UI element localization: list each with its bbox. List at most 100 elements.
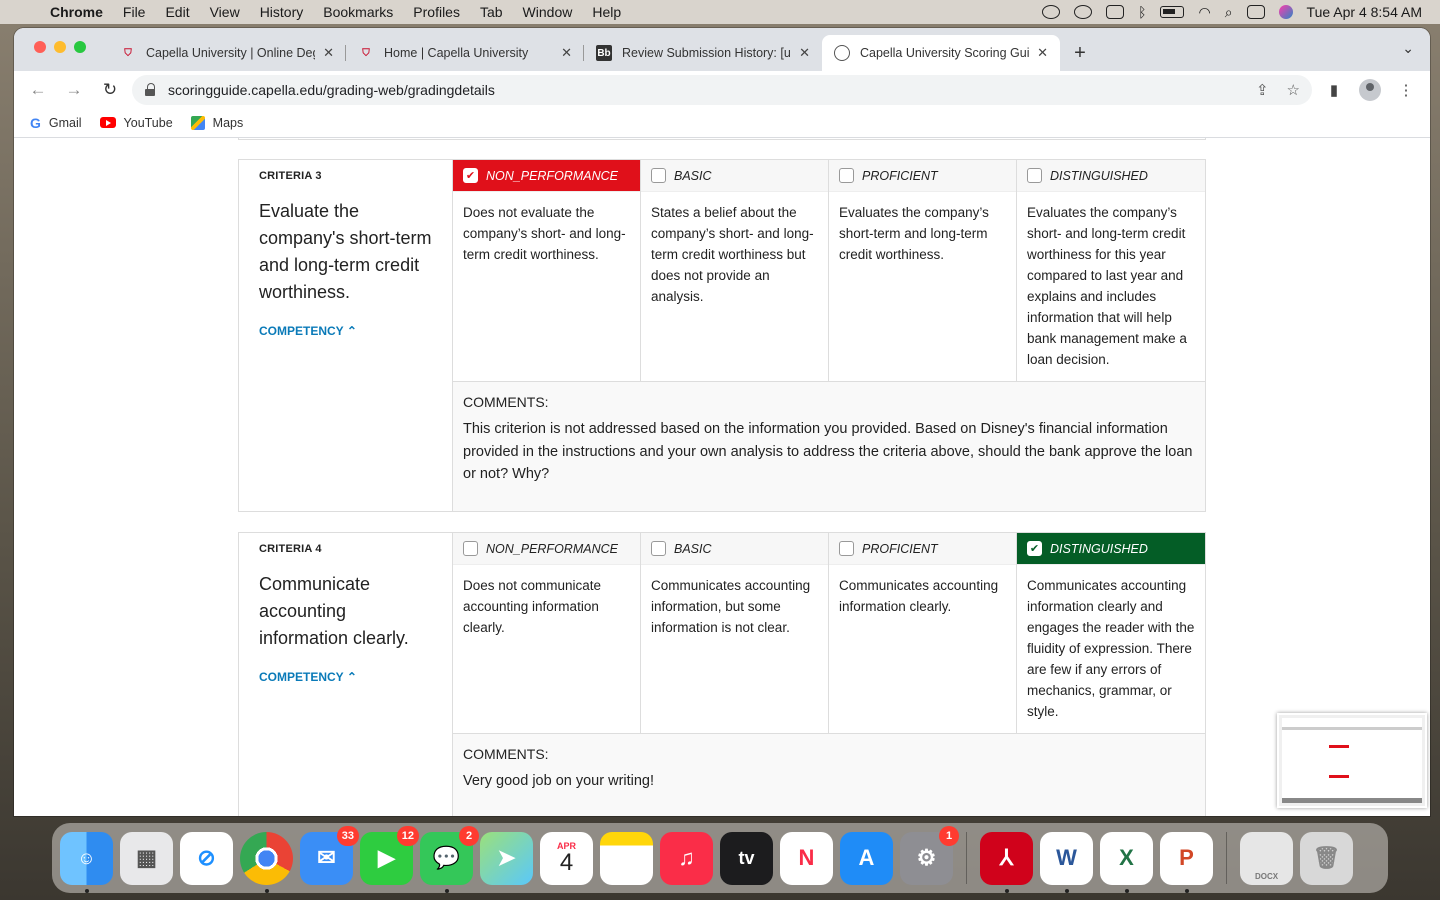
level-header[interactable]: BASIC [641, 160, 828, 192]
screenshot-thumbnail[interactable] [1277, 713, 1427, 808]
checkbox[interactable] [839, 168, 854, 183]
level-header[interactable]: DISTINGUISHED [1017, 160, 1205, 192]
creative-cloud-icon[interactable] [1042, 5, 1061, 19]
level-header[interactable]: NON_PERFORMANCE [453, 533, 640, 565]
tab-capella-home[interactable]: ⛉ Home | Capella University ✕ [346, 35, 584, 71]
dock-chrome-icon[interactable] [240, 831, 293, 893]
dock-trash-icon[interactable]: 🗑 [1300, 831, 1353, 885]
bookmark-maps[interactable]: Maps [190, 115, 243, 130]
dock-news-icon[interactable]: N [780, 831, 833, 885]
lock-icon[interactable] [144, 82, 158, 97]
dock-separator [1226, 832, 1227, 884]
bookmark-star-icon[interactable]: ☆ [1287, 81, 1300, 99]
checkbox[interactable] [463, 541, 478, 556]
level-name: DISTINGUISHED [1050, 541, 1148, 556]
checkbox[interactable] [651, 541, 666, 556]
dock-app-store-icon[interactable]: A [840, 831, 893, 885]
close-tab-icon[interactable]: ✕ [1037, 45, 1048, 61]
reload-icon[interactable]: ↻ [96, 76, 124, 104]
menu-help[interactable]: Help [582, 4, 631, 20]
checkbox[interactable] [1027, 168, 1042, 183]
dock-excel-icon[interactable]: X [1100, 831, 1153, 893]
level-columns: NON_PERFORMANCE Does not communicate acc… [453, 533, 1205, 730]
criteria-title: Communicate accounting information clear… [259, 574, 409, 648]
bluetooth-icon[interactable]: ᛒ [1138, 4, 1146, 20]
checkbox[interactable] [651, 168, 666, 183]
dock-word-icon[interactable]: W [1040, 831, 1093, 893]
dock-facetime-icon[interactable]: ▶ 12 [360, 825, 419, 885]
menu-history[interactable]: History [250, 4, 314, 20]
spotlight-search-icon[interactable]: ⌕ [1225, 4, 1233, 21]
tab-review-submission-history[interactable]: Bb Review Submission History: [u ✕ [584, 35, 822, 71]
url-text[interactable]: scoringguide.capella.edu/grading-web/gra… [168, 82, 495, 98]
tab-capella-online-degrees[interactable]: ⛉ Capella University | Online Deg ✕ [108, 35, 346, 71]
dock-maps-icon[interactable]: ➤ [480, 831, 533, 885]
sync-icon[interactable] [1074, 5, 1093, 19]
dock-music-icon[interactable]: ♫ [660, 831, 713, 885]
dock-powerpoint-icon[interactable]: P [1160, 831, 1213, 893]
minimize-window-button[interactable] [54, 41, 66, 53]
dock-tv-icon[interactable]: tv [720, 831, 773, 885]
menu-tab[interactable]: Tab [470, 4, 513, 20]
competency-toggle[interactable]: COMPETENCY ⌃ [259, 324, 432, 338]
dock-calendar-icon[interactable]: APR 4 [540, 831, 593, 885]
menu-profiles[interactable]: Profiles [403, 4, 470, 20]
competency-toggle[interactable]: COMPETENCY ⌃ [259, 670, 432, 684]
more-menu-icon[interactable]: ⋮ [1392, 76, 1420, 104]
checkbox-checked[interactable]: ✔ [463, 168, 478, 183]
dock-mail-icon[interactable]: ✉ 33 [300, 825, 359, 885]
close-tab-icon[interactable]: ✕ [561, 45, 572, 61]
tab-search-chevron-icon[interactable]: ⌄ [1402, 40, 1414, 57]
forward-arrow-icon[interactable]: → [60, 76, 88, 104]
tab-scoring-guide[interactable]: Capella University Scoring Gui ✕ [822, 35, 1060, 71]
close-tab-icon[interactable]: ✕ [323, 45, 334, 61]
dock-acrobat-icon[interactable]: ⅄ [980, 831, 1033, 893]
criteria-label: CRITERIA 3 [259, 170, 322, 182]
menu-clock[interactable]: Tue Apr 4 8:54 AM [1307, 4, 1422, 20]
profile-avatar-icon[interactable] [1356, 76, 1384, 104]
dock: ☺ ▦ ⊘ ✉ 33 ▶ 12 💬 2 ➤ APR 4 ♫ tv N A ⚙ 1 ⅄ W … [52, 823, 1388, 893]
bookmark-label: YouTube [123, 115, 173, 130]
dock-finder-icon[interactable]: ☺ [60, 831, 113, 893]
previous-criteria-border [238, 138, 1206, 140]
dock-system-preferences-icon[interactable]: ⚙ 1 [900, 825, 959, 885]
menu-window[interactable]: Window [513, 4, 583, 20]
checkbox-checked[interactable]: ✔ [1027, 541, 1042, 556]
bookmark-youtube[interactable]: YouTube [99, 115, 173, 130]
dock-document-icon[interactable]: DOCX [1240, 831, 1293, 885]
share-icon[interactable]: ⇪ [1256, 81, 1269, 99]
back-arrow-icon[interactable]: ← [24, 76, 52, 104]
menu-file[interactable]: File [113, 4, 156, 20]
keyboard-icon[interactable] [1106, 5, 1125, 19]
battery-icon[interactable] [1160, 6, 1185, 18]
dock-notes-icon[interactable] [600, 831, 653, 885]
level-name: NON_PERFORMANCE [486, 168, 618, 183]
zoom-window-button[interactable] [74, 41, 86, 53]
close-window-button[interactable] [34, 41, 46, 53]
level-header[interactable]: ✔ DISTINGUISHED [1017, 533, 1205, 565]
dock-safari-icon[interactable]: ⊘ [180, 831, 233, 885]
menu-bookmarks[interactable]: Bookmarks [313, 4, 403, 20]
dock-messages-icon[interactable]: 💬 2 [420, 825, 479, 893]
side-panel-icon[interactable]: ▮ [1320, 76, 1348, 104]
scoring-guide-page[interactable]: CRITERIA 3 Evaluate the company's short-… [14, 138, 1430, 816]
siri-icon[interactable] [1278, 5, 1293, 19]
dock-launchpad-icon[interactable]: ▦ [120, 831, 173, 885]
address-bar[interactable]: scoringguide.capella.edu/grading-web/gra… [132, 74, 1312, 105]
close-tab-icon[interactable]: ✕ [799, 45, 810, 61]
dock-separator [966, 832, 967, 884]
level-header[interactable]: PROFICIENT [829, 533, 1016, 565]
new-tab-button[interactable]: + [1066, 35, 1094, 71]
control-center-icon[interactable] [1246, 5, 1265, 19]
tab-label: Capella University | Online Deg [146, 46, 316, 60]
messages-badge: 2 [459, 825, 479, 846]
wifi-icon[interactable]: ◠ [1198, 4, 1210, 21]
menu-app-name[interactable]: Chrome [40, 4, 113, 20]
menu-view[interactable]: View [200, 4, 250, 20]
level-header[interactable]: PROFICIENT [829, 160, 1016, 192]
checkbox[interactable] [839, 541, 854, 556]
level-header[interactable]: ✔ NON_PERFORMANCE [453, 160, 640, 192]
bookmark-gmail[interactable]: G Gmail [30, 115, 82, 131]
menu-edit[interactable]: Edit [155, 4, 199, 20]
level-header[interactable]: BASIC [641, 533, 828, 565]
